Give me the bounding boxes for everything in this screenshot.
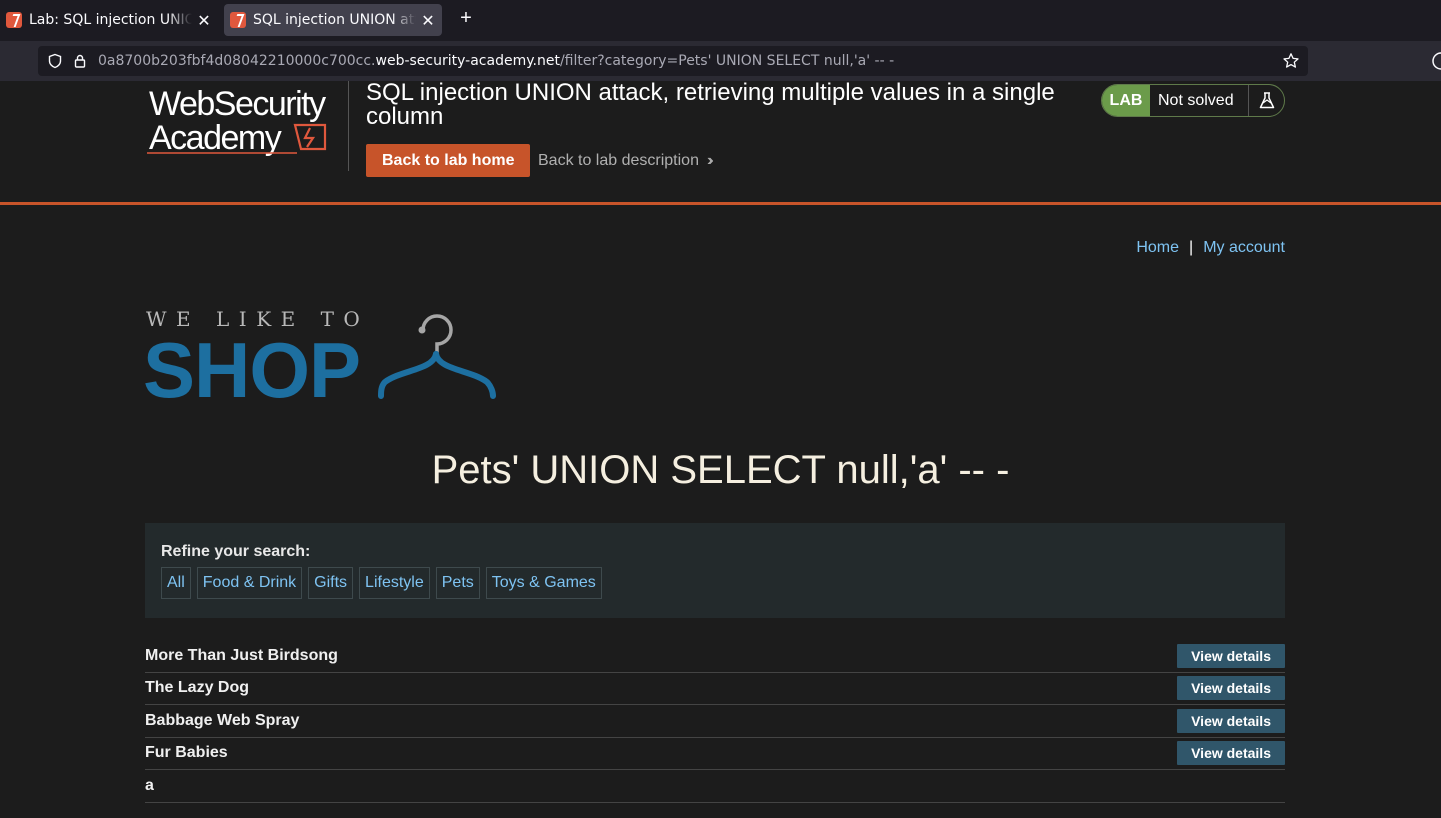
tab-label: Lab: SQL injection UNION attack, retriev… (29, 12, 192, 28)
lock-icon[interactable] (72, 53, 88, 69)
we-like-to-shop-logo: WE LIKE TO SHOP (145, 308, 496, 400)
view-details-button[interactable]: View details (1177, 676, 1285, 701)
new-tab-plus-icon[interactable]: + (455, 6, 477, 30)
account-icon[interactable] (1431, 51, 1441, 71)
browser-tab-bar: Lab: SQL injection UNION attack, retriev… (0, 0, 1441, 41)
header-divider (348, 81, 349, 171)
nav-separator: | (1189, 239, 1194, 256)
lab-header: WebSecurity Academy SQL injection UNION … (0, 81, 1441, 205)
view-details-button[interactable]: View details (1177, 643, 1285, 668)
lab-favicon-icon (6, 12, 22, 28)
filter-gifts[interactable]: Gifts (308, 567, 354, 599)
product-name: More Than Just Birdsong (145, 646, 338, 664)
shield-icon[interactable] (47, 53, 63, 69)
filter-toys-games[interactable]: Toys & Games (485, 567, 602, 599)
web-security-academy-logo[interactable]: WebSecurity Academy (147, 85, 347, 157)
lab-status-widget: LAB Not solved (1101, 84, 1285, 117)
filter-list: All Food & Drink Gifts Lifestyle Pets To… (161, 567, 1269, 599)
my-account-link[interactable]: My account (1203, 239, 1285, 257)
browser-tab-lab[interactable]: Lab: SQL injection UNION attack, retriev… (0, 4, 218, 36)
svg-text:SHOP: SHOP (145, 326, 360, 400)
browser-nav-bar: 0a8700b203fbf4d08042210000c700cc. web-se… (0, 41, 1441, 81)
view-details-button[interactable]: View details (1177, 708, 1285, 733)
table-row: Fur Babies View details (145, 738, 1285, 770)
close-icon[interactable]: ✕ (420, 11, 436, 30)
browser-tab-active[interactable]: SQL injection UNION attack, retrieving m… (224, 4, 442, 36)
tab-label: SQL injection UNION attack, retrieving m… (253, 12, 416, 28)
bookmark-star-icon[interactable] (1282, 52, 1300, 70)
lab-title: SQL injection UNION attack, retrieving m… (366, 79, 1055, 130)
filter-lifestyle[interactable]: Lifestyle (359, 567, 430, 599)
product-table: More Than Just Birdsong View details The… (145, 640, 1285, 803)
lab-badge: LAB (1102, 85, 1150, 116)
product-name: Fur Babies (145, 744, 228, 762)
close-icon[interactable]: ✕ (196, 11, 212, 30)
svg-text:Academy: Academy (149, 119, 282, 157)
url-host: web-security-academy.net (375, 53, 560, 69)
table-row: More Than Just Birdsong View details (145, 640, 1285, 673)
top-nav: Home | My account (1136, 239, 1285, 257)
table-row: The Lazy Dog View details (145, 673, 1285, 705)
back-to-lab-description-label: Back to lab description (538, 152, 699, 169)
product-name: a (145, 776, 154, 794)
filter-food-drink[interactable]: Food & Drink (196, 567, 303, 599)
filter-all[interactable]: All (161, 567, 191, 599)
lab-status-text: Not solved (1158, 92, 1234, 109)
filter-title: Refine your search: (161, 543, 311, 560)
url-host-prefix: 0a8700b203fbf4d08042210000c700cc. (98, 53, 376, 69)
back-to-lab-home-button[interactable]: Back to lab home (366, 144, 531, 177)
home-link[interactable]: Home (1136, 239, 1179, 257)
flask-icon (1248, 85, 1284, 116)
filter-pets[interactable]: Pets (435, 567, 480, 599)
table-row: Babbage Web Spray View details (145, 705, 1285, 738)
url-path: /filter?category=Pets' UNION SELECT null… (559, 53, 895, 69)
lab-favicon-icon (230, 12, 246, 28)
back-to-lab-description-link[interactable]: Back to lab description ›› (538, 152, 713, 170)
product-name: Babbage Web Spray (145, 711, 300, 729)
filter-panel: Refine your search: All Food & Drink Gif… (145, 523, 1285, 618)
address-bar[interactable]: 0a8700b203fbf4d08042210000c700cc. web-se… (38, 46, 1308, 76)
product-name: The Lazy Dog (145, 679, 250, 697)
category-heading: Pets' UNION SELECT null,'a' -- - (431, 448, 1010, 492)
view-details-button[interactable]: View details (1177, 741, 1285, 766)
svg-text:WebSecurity: WebSecurity (149, 85, 326, 123)
double-chevron-right-icon: ›› (706, 152, 713, 169)
table-row: a (145, 770, 1285, 803)
